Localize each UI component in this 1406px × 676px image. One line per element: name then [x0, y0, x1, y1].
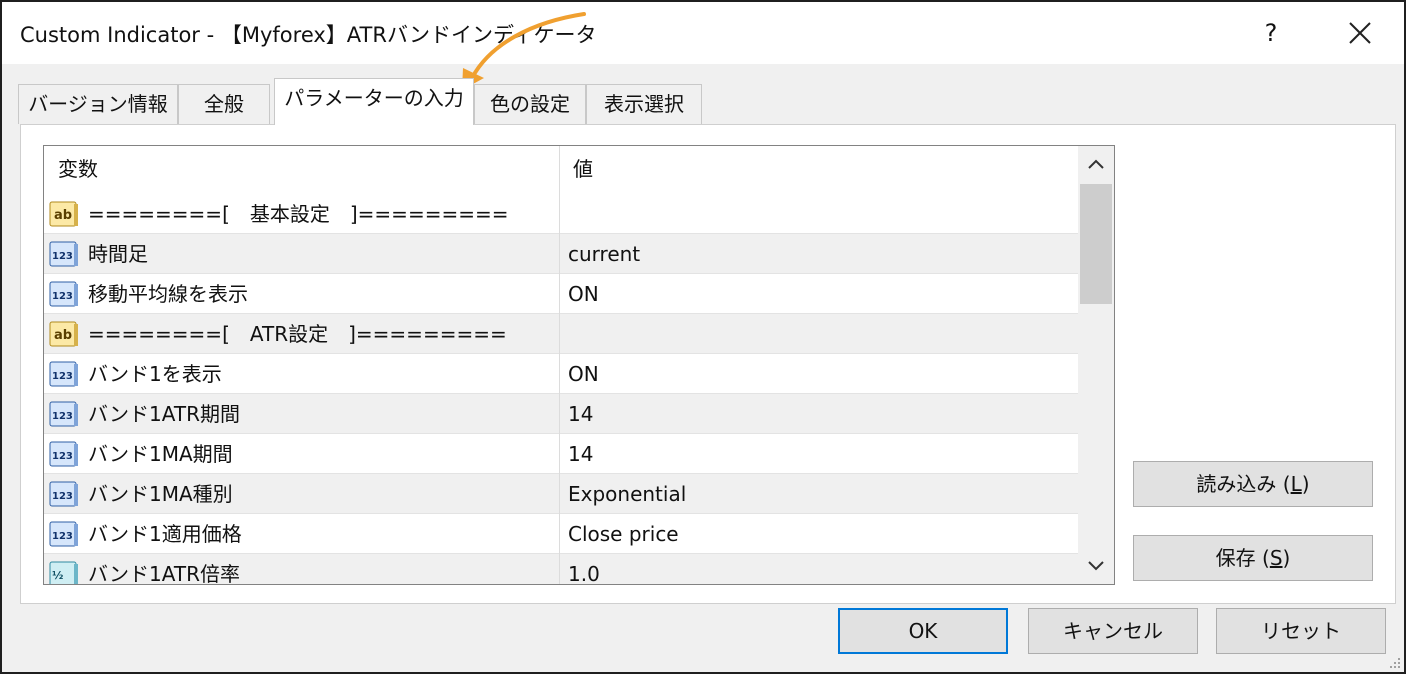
ab-string-icon: ab	[49, 321, 79, 347]
save-label: 保存 (	[1215, 546, 1270, 570]
123-integer-icon: 123	[49, 521, 79, 547]
123-integer-icon: 123	[49, 241, 79, 267]
table-row[interactable]: 123 バンド1ATR期間 14	[44, 394, 1078, 434]
123-integer-icon: 123	[49, 481, 79, 507]
parameter-value[interactable]: Exponential	[568, 474, 686, 514]
resize-grip-icon[interactable]	[1388, 656, 1402, 670]
parameter-name: ========[ 基本設定 ]=========	[88, 202, 509, 226]
grid-header: 変数 値	[44, 146, 1078, 194]
svg-text:½: ½	[52, 569, 63, 582]
table-row[interactable]: 123 移動平均線を表示 ON	[44, 274, 1078, 314]
svg-text:ab: ab	[54, 328, 72, 343]
parameter-value[interactable]: 14	[568, 434, 593, 474]
chevron-down-icon	[1088, 561, 1104, 571]
parameter-name: 時間足	[88, 242, 148, 266]
svg-text:123: 123	[52, 531, 73, 542]
load-button[interactable]: 読み込み (L)	[1133, 461, 1373, 507]
parameter-value[interactable]: ON	[568, 354, 599, 394]
svg-text:123: 123	[52, 451, 73, 462]
header-value: 値	[573, 157, 593, 181]
ok-button[interactable]: OK	[838, 608, 1008, 654]
parameter-value[interactable]: ON	[568, 274, 599, 314]
cell-divider	[559, 554, 560, 584]
parameter-value[interactable]: 14	[568, 394, 593, 434]
close-icon	[1349, 22, 1371, 44]
parameter-name: バンド1適用価格	[88, 522, 242, 546]
header-variable: 変数	[58, 157, 98, 181]
123-integer-icon: 123	[49, 281, 79, 307]
parameter-value[interactable]: current	[568, 234, 640, 274]
tab-color-settings[interactable]: 色の設定	[474, 84, 586, 124]
parameters-panel: 変数 値 ab ========[ 基本設定 ]========= 123 時間足 cu…	[20, 124, 1396, 604]
window-title: Custom Indicator - 【Myforex】ATRバンドインディケー…	[20, 23, 597, 47]
123-integer-icon: 123	[49, 441, 79, 467]
svg-text:123: 123	[52, 411, 73, 422]
reset-button[interactable]: リセット	[1216, 608, 1386, 654]
svg-text:123: 123	[52, 491, 73, 502]
parameter-name: バンド1ATR期間	[88, 402, 240, 426]
load-accelerator: L	[1290, 472, 1302, 496]
svg-text:123: 123	[52, 251, 73, 262]
parameter-name: バンド1を表示	[88, 362, 222, 386]
table-row[interactable]: ½ バンド1ATR倍率 1.0	[44, 554, 1078, 585]
save-accelerator: S	[1269, 546, 1283, 570]
parameter-name: 移動平均線を表示	[88, 282, 248, 306]
table-row[interactable]: ab ========[ ATR設定 ]=========	[44, 314, 1078, 354]
parameter-name: ========[ ATR設定 ]=========	[88, 322, 507, 346]
table-row[interactable]: 123 バンド1を表示 ON	[44, 354, 1078, 394]
parameter-name: バンド1MA期間	[88, 442, 233, 466]
help-button[interactable]: ?	[1254, 14, 1288, 52]
table-row[interactable]: 123 バンド1適用価格 Close price	[44, 514, 1078, 554]
tab-display-select[interactable]: 表示選択	[586, 84, 702, 124]
table-row[interactable]: 123 バンド1MA期間 14	[44, 434, 1078, 474]
parameter-value[interactable]: Close price	[568, 514, 679, 554]
svg-text:123: 123	[52, 371, 73, 382]
parameter-name: バンド1ATR倍率	[88, 562, 240, 585]
123-integer-icon: 123	[49, 361, 79, 387]
save-button[interactable]: 保存 (S)	[1133, 535, 1373, 581]
close-button[interactable]	[1340, 14, 1380, 52]
parameter-value[interactable]: 1.0	[568, 554, 600, 584]
cancel-button[interactable]: キャンセル	[1028, 608, 1198, 654]
vertical-scrollbar[interactable]	[1078, 146, 1114, 584]
custom-indicator-dialog: Custom Indicator - 【Myforex】ATRバンドインディケー…	[0, 0, 1406, 674]
table-row[interactable]: ab ========[ 基本設定 ]=========	[44, 194, 1078, 234]
parameter-grid: 変数 値 ab ========[ 基本設定 ]========= 123 時間足 cu…	[43, 145, 1115, 585]
ab-string-icon: ab	[49, 201, 79, 227]
chevron-up-icon	[1088, 159, 1104, 169]
scroll-up-button[interactable]	[1078, 146, 1114, 182]
svg-text:ab: ab	[54, 208, 72, 223]
cell-divider	[559, 354, 560, 394]
cell-divider	[559, 434, 560, 474]
cell-divider	[559, 274, 560, 314]
svg-text:123: 123	[52, 291, 73, 302]
cell-divider	[559, 194, 560, 234]
title-bar: Custom Indicator - 【Myforex】ATRバンドインディケー…	[2, 2, 1404, 64]
tab-parameters[interactable]: パラメーターの入力	[274, 78, 474, 125]
tab-general[interactable]: 全般	[178, 84, 270, 124]
load-label: 読み込み (	[1196, 472, 1291, 496]
cell-divider	[559, 394, 560, 434]
cell-divider	[559, 514, 560, 554]
cell-divider	[559, 234, 560, 274]
load-paren: )	[1301, 472, 1310, 496]
table-row[interactable]: 123 時間足 current	[44, 234, 1078, 274]
cell-divider	[559, 314, 560, 354]
half-double-icon: ½	[49, 561, 79, 584]
cell-divider	[559, 474, 560, 514]
save-paren: )	[1282, 546, 1291, 570]
123-integer-icon: 123	[49, 401, 79, 427]
table-row[interactable]: 123 バンド1MA種別 Exponential	[44, 474, 1078, 514]
tab-version-info[interactable]: バージョン情報	[18, 84, 178, 124]
scroll-down-button[interactable]	[1078, 548, 1114, 584]
scroll-thumb[interactable]	[1080, 184, 1112, 304]
parameter-name: バンド1MA種別	[88, 482, 233, 506]
